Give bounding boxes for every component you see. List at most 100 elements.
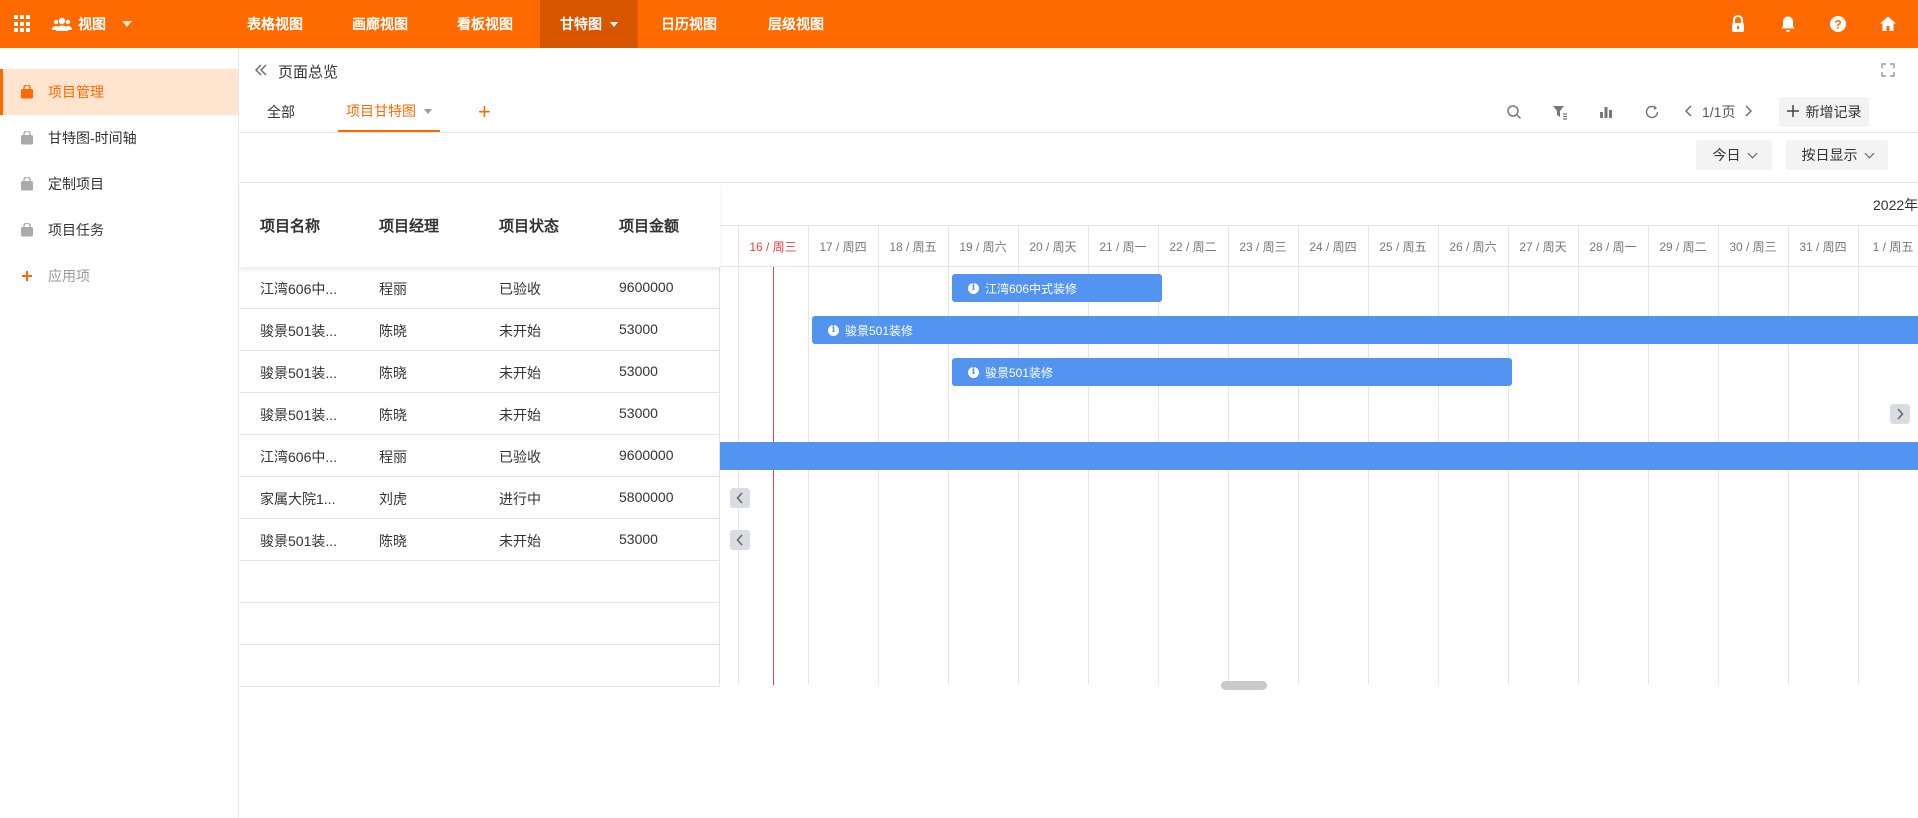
- table-cell: 程丽: [379, 449, 407, 465]
- chevron-down-icon: [122, 21, 132, 27]
- scroll-left-arrow-icon[interactable]: [730, 530, 750, 550]
- day-label: 25 / 周五: [1379, 240, 1427, 254]
- scroll-left-arrow-icon[interactable]: [730, 488, 750, 508]
- table-cell: 未开始: [499, 407, 541, 423]
- nav-label: 日历视图: [661, 16, 717, 32]
- sidebar-item-add-app[interactable]: 应用项: [0, 253, 238, 299]
- gantt-bar[interactable]: i 骏景501装修: [812, 316, 1918, 344]
- day-label: 31 / 周四: [1799, 240, 1847, 254]
- day-label: 24 / 周四: [1309, 240, 1357, 254]
- view-label: 视图: [78, 16, 106, 32]
- divider: [720, 225, 1918, 226]
- horizontal-scrollbar[interactable]: [1221, 681, 1267, 690]
- view-tabs: 表格视图 画廊视图 看板视图 甘特图 日历视图 层级视图: [220, 0, 852, 48]
- collapse-icon[interactable]: [254, 63, 268, 80]
- table-cell: 家属大院1...: [260, 491, 336, 507]
- table-row[interactable]: 骏景501装... 陈晓 未开始 53000: [240, 309, 720, 351]
- table-row[interactable]: 江湾606中... 程丽 已验收 9600000: [240, 267, 720, 309]
- table-row: [240, 603, 720, 645]
- column-header[interactable]: 项目名称: [260, 215, 320, 236]
- page-tabs: 全部 项目甘特图 +: [240, 92, 491, 132]
- nav-label: 画廊视图: [352, 16, 408, 32]
- gantt-bar[interactable]: i 江湾606中式装修: [952, 274, 1162, 302]
- scale-select[interactable]: 按日显示: [1786, 140, 1888, 170]
- top-bar: 视图 表格视图 画廊视图 看板视图 甘特图 日历视图 层级视图 ?: [0, 0, 1918, 48]
- scroll-right-arrow-icon[interactable]: [1890, 404, 1910, 424]
- today-button[interactable]: 今日: [1696, 140, 1772, 170]
- prev-page-icon[interactable]: [1684, 104, 1694, 120]
- table-row[interactable]: 江湾606中... 程丽 已验收 9600000: [240, 435, 720, 477]
- bag-icon: [20, 177, 34, 191]
- nav-label: 表格视图: [247, 16, 303, 32]
- day-label: 22 / 周二: [1169, 240, 1217, 254]
- nav-hierarchy-view[interactable]: 层级视图: [740, 0, 852, 48]
- sidebar-item-project-management[interactable]: 项目管理: [0, 69, 238, 115]
- table-cell: 江湾606中...: [260, 281, 338, 297]
- apps-grid-icon[interactable]: [14, 15, 32, 33]
- table-cell: 53000: [619, 363, 658, 379]
- table-row[interactable]: 骏景501装... 陈晓 未开始 53000: [240, 351, 720, 393]
- table-row[interactable]: 骏景501装... 陈晓 未开始 53000: [240, 519, 720, 561]
- gantt-bar[interactable]: i 骏景501装修: [952, 358, 1512, 386]
- column-header[interactable]: 项目经理: [379, 215, 439, 236]
- table-cell: 骏景501装...: [260, 323, 338, 339]
- bag-icon: [20, 131, 34, 145]
- next-page-icon[interactable]: [1743, 104, 1753, 120]
- sidebar-item-label: 定制项目: [48, 176, 104, 192]
- sidebar: 项目管理 甘特图-时间轴 定制项目 项目任务 应用项: [0, 48, 239, 818]
- new-record-button[interactable]: 新增记录: [1779, 97, 1870, 127]
- chart-icon[interactable]: [1590, 96, 1622, 128]
- table-row[interactable]: 家属大院1... 刘虎 进行中 5800000: [240, 477, 720, 519]
- page-indicator: 1/1页: [1702, 104, 1736, 120]
- today-line: [773, 267, 774, 685]
- gantt-bar[interactable]: [720, 442, 1918, 470]
- tab-project-gantt[interactable]: 项目甘特图: [338, 92, 440, 132]
- nav-label: 层级视图: [768, 16, 824, 32]
- tab-all[interactable]: 全部: [267, 92, 338, 132]
- view-switcher[interactable]: 视图: [52, 0, 132, 48]
- table-row[interactable]: 骏景501装... 陈晓 未开始 53000: [240, 393, 720, 435]
- nav-calendar-view[interactable]: 日历视图: [638, 0, 740, 48]
- nav-kanban-view[interactable]: 看板视图: [430, 0, 540, 48]
- year-label: 2022年: [1873, 197, 1918, 213]
- table-cell: 53000: [619, 321, 658, 337]
- tab-label: 项目甘特图: [346, 103, 416, 119]
- table-cell: 陈晓: [379, 365, 407, 381]
- nav-label: 甘特图: [560, 16, 602, 32]
- info-icon: i: [968, 282, 979, 294]
- today-label: 今日: [1712, 147, 1741, 163]
- sidebar-item-gantt-timeline[interactable]: 甘特图-时间轴: [0, 115, 238, 161]
- day-label: 30 / 周三: [1729, 240, 1777, 254]
- day-label: 16 / 周三: [749, 240, 797, 254]
- column-header[interactable]: 项目金额: [619, 215, 679, 236]
- sidebar-item-project-tasks[interactable]: 项目任务: [0, 207, 238, 253]
- refresh-icon[interactable]: [1636, 96, 1668, 128]
- day-label: 29 / 周二: [1659, 240, 1707, 254]
- info-icon: i: [968, 366, 979, 378]
- sidebar-item-label: 甘特图-时间轴: [48, 130, 137, 146]
- table-cell: 未开始: [499, 533, 541, 549]
- table-cell: 已验收: [499, 281, 541, 297]
- filter-icon[interactable]: [1544, 96, 1576, 128]
- help-icon[interactable]: ?: [1828, 14, 1848, 34]
- chevron-down-icon: [424, 108, 432, 114]
- tab-label: 全部: [267, 104, 295, 120]
- plus-icon: [20, 269, 34, 283]
- top-actions: ?: [1728, 0, 1898, 48]
- sidebar-item-custom-project[interactable]: 定制项目: [0, 161, 238, 207]
- nav-gallery-view[interactable]: 画廊视图: [330, 0, 430, 48]
- home-icon[interactable]: [1878, 14, 1898, 34]
- add-tab-button[interactable]: +: [478, 92, 491, 132]
- nav-table-view[interactable]: 表格视图: [220, 0, 330, 48]
- day-label: 17 / 周四: [819, 240, 867, 254]
- column-header[interactable]: 项目状态: [499, 215, 559, 236]
- add-tab-label: +: [478, 99, 491, 124]
- table-cell: 江湾606中...: [260, 449, 338, 465]
- nav-gantt-view[interactable]: 甘特图: [540, 0, 638, 48]
- day-label: 20 / 周天: [1029, 240, 1077, 254]
- search-icon[interactable]: [1498, 96, 1530, 128]
- bell-icon[interactable]: [1778, 14, 1798, 34]
- lock-icon[interactable]: [1728, 14, 1748, 34]
- people-icon: [52, 17, 72, 31]
- fullscreen-icon[interactable]: [1880, 62, 1896, 78]
